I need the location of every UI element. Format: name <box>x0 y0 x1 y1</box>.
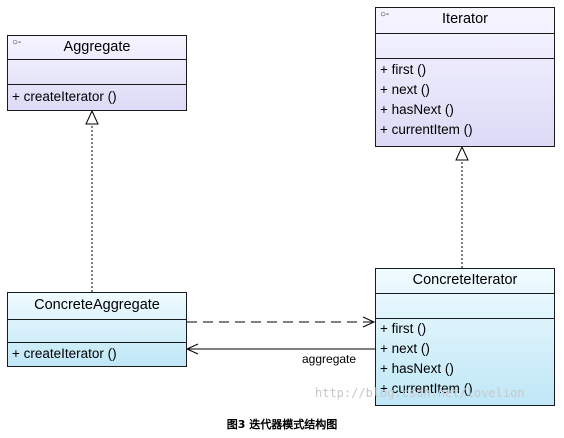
aggregate-operation: + createIterator () <box>12 89 117 104</box>
aggregate-class-box: ○- Aggregate + createIterator () <box>7 35 187 111</box>
aggregate-class-name: Aggregate <box>63 39 131 55</box>
concrete-aggregate-operations: + createIterator () <box>12 344 117 364</box>
concrete-aggregate-operation: + createIterator () <box>12 346 117 361</box>
concrete-aggregate-class-box: ConcreteAggregate + createIterator () <box>7 292 187 367</box>
concrete-iterator-operation: + hasNext () <box>380 361 454 376</box>
iterator-class-name: Iterator <box>442 11 488 27</box>
realization-arrowhead-iterator <box>455 145 469 161</box>
iterator-operations: + first () + next () + hasNext () + curr… <box>380 60 473 140</box>
concrete-iterator-operation: + first () <box>380 321 427 336</box>
concrete-aggregate-operations-divider <box>8 342 186 343</box>
concrete-iterator-class-name: ConcreteIterator <box>412 272 518 288</box>
iterator-operations-divider <box>376 58 554 59</box>
concrete-aggregate-attributes-divider <box>8 319 186 320</box>
iterator-attributes-divider <box>376 33 554 34</box>
iterator-operation: + hasNext () <box>380 102 454 117</box>
aggregate-attributes-divider <box>8 59 186 60</box>
realization-arrowhead-aggregate <box>85 109 99 125</box>
iterator-class-box: ○- Iterator + first () + next () + hasNe… <box>375 7 555 147</box>
concrete-iterator-attributes-divider <box>376 293 554 294</box>
concrete-iterator-operation: + next () <box>380 341 430 356</box>
iterator-operation: + first () <box>380 62 427 77</box>
association-role-label: aggregate <box>302 352 357 366</box>
watermark-text: http://blog.csdn.net/lovelion <box>315 386 525 400</box>
aggregate-operations-divider <box>8 84 186 85</box>
iterator-operation: + next () <box>380 82 430 97</box>
iterator-operation: + currentItem () <box>380 122 473 137</box>
figure-caption: 图3 迭代器模式结构图 <box>226 418 338 431</box>
concrete-aggregate-class-name: ConcreteAggregate <box>34 297 160 313</box>
aggregate-operations: + createIterator () <box>12 87 117 107</box>
